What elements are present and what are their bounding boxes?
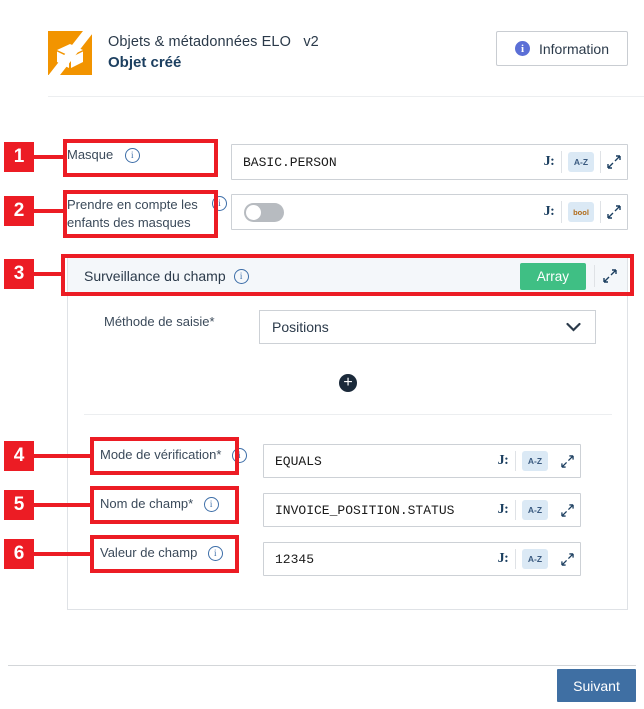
select-methode-saisie-value: Positions xyxy=(272,319,329,335)
toggle-enfants-masques[interactable] xyxy=(244,202,284,222)
header-divider xyxy=(48,96,644,97)
info-icon-mode-verification[interactable]: i xyxy=(231,448,247,463)
divider xyxy=(515,451,516,471)
label-methode-saisie: Méthode de saisie* xyxy=(104,314,215,329)
info-icon-valeur-champ[interactable]: i xyxy=(207,546,223,561)
next-button[interactable]: Suivant xyxy=(557,669,636,702)
input-nom-champ[interactable]: INVOICE_POSITION.STATUS J: A-Z xyxy=(263,493,581,527)
divider xyxy=(515,500,516,520)
information-button[interactable]: i Information xyxy=(496,31,628,66)
label-mode-verification: Mode de vérification* xyxy=(100,447,222,462)
type-badge-nom-champ[interactable]: A-Z xyxy=(522,500,548,520)
field-label-enfants-masques: Prendre en compte les i enfants des masq… xyxy=(67,196,227,236)
info-icon-surveillance-champ[interactable]: i xyxy=(233,268,249,284)
elo-cube-logo-icon xyxy=(48,31,92,75)
input-valeur-champ[interactable]: 12345 J: A-Z xyxy=(263,542,581,576)
input-masque-value[interactable]: BASIC.PERSON xyxy=(232,155,537,170)
divider xyxy=(561,151,562,173)
field-label-masque: Masque i xyxy=(67,146,227,180)
json-icon-valeur-champ[interactable]: J: xyxy=(491,551,515,567)
divider xyxy=(594,264,595,288)
label-surveillance-champ: Surveillance du champ xyxy=(84,268,226,284)
callout-line-2 xyxy=(34,209,67,213)
panel-divider-top xyxy=(84,414,612,415)
callout-line-5 xyxy=(34,503,92,507)
input-mode-verification[interactable]: EQUALS J: A-Z xyxy=(263,444,581,478)
callout-line-1 xyxy=(34,155,67,159)
field-label-methode-saisie: Méthode de saisie* xyxy=(104,313,215,331)
json-icon-masque[interactable]: J: xyxy=(537,154,561,170)
type-badge-enfants-masques[interactable]: bool xyxy=(568,202,594,222)
callout-badge-4: 4 xyxy=(4,441,34,471)
input-mode-verification-value[interactable]: EQUALS xyxy=(264,454,491,469)
expand-icon-mode-verification[interactable] xyxy=(554,454,580,468)
info-icon-masque[interactable]: i xyxy=(124,148,140,163)
field-label-mode-verification: Mode de vérification* i xyxy=(100,446,247,464)
add-entry-button[interactable]: + xyxy=(339,374,357,392)
header-subtitle: Objets & métadonnées ELO v2 xyxy=(108,34,319,51)
json-icon-mode-verification[interactable]: J: xyxy=(491,453,515,469)
label-enfants-masques: Prendre en compte les xyxy=(67,197,198,212)
expand-icon-surveillance-champ[interactable] xyxy=(597,269,623,283)
card-header: Objets & métadonnées ELO v2 Objet créé i… xyxy=(48,22,628,84)
callout-line-3 xyxy=(34,272,63,276)
surveillance-panel-header: Surveillance du champ i Array xyxy=(67,257,628,295)
callout-line-6 xyxy=(34,552,92,556)
callout-badge-6: 6 xyxy=(4,539,34,569)
field-label-nom-champ: Nom de champ* i xyxy=(100,495,219,513)
footer-divider xyxy=(8,665,636,666)
input-enfants-masques[interactable]: J: bool xyxy=(231,194,628,230)
info-icon: i xyxy=(514,41,530,56)
type-badge-mode-verification[interactable]: A-Z xyxy=(522,451,548,471)
expand-icon-masque[interactable] xyxy=(601,155,627,169)
divider xyxy=(515,549,516,569)
callout-badge-2: 2 xyxy=(4,196,34,226)
expand-icon-nom-champ[interactable] xyxy=(554,503,580,517)
label-nom-champ: Nom de champ* xyxy=(100,496,194,511)
type-badge-valeur-champ[interactable]: A-Z xyxy=(522,549,548,569)
input-valeur-champ-value[interactable]: 12345 xyxy=(264,552,491,567)
expand-icon-valeur-champ[interactable] xyxy=(554,552,580,566)
info-icon-enfants-masques[interactable]: i xyxy=(212,196,227,211)
information-button-label: Information xyxy=(538,40,610,57)
page-title: Objet créé xyxy=(108,54,182,72)
select-methode-saisie[interactable]: Positions xyxy=(259,310,596,344)
array-badge[interactable]: Array xyxy=(519,262,586,290)
divider xyxy=(561,201,562,223)
type-badge-masque[interactable]: A-Z xyxy=(568,152,594,172)
field-label-valeur-champ: Valeur de champ i xyxy=(100,544,223,562)
expand-icon-enfants-masques[interactable] xyxy=(601,205,627,219)
label-masque: Masque xyxy=(67,147,114,162)
info-icon-nom-champ[interactable]: i xyxy=(203,497,219,512)
json-icon-enfants-masques[interactable]: J: xyxy=(537,204,561,220)
json-icon-nom-champ[interactable]: J: xyxy=(491,502,515,518)
label-valeur-champ: Valeur de champ xyxy=(100,545,198,560)
input-masque[interactable]: BASIC.PERSON J: A-Z xyxy=(231,144,628,180)
callout-badge-1: 1 xyxy=(4,142,34,172)
callout-badge-5: 5 xyxy=(4,490,34,520)
callout-line-4 xyxy=(34,454,92,458)
chevron-down-icon[interactable] xyxy=(566,322,581,332)
label-enfants-masques-line2: enfants des masques xyxy=(67,215,191,230)
callout-badge-3: 3 xyxy=(4,259,34,289)
input-nom-champ-value[interactable]: INVOICE_POSITION.STATUS xyxy=(264,503,491,518)
elo-object-form-card: Objets & métadonnées ELO v2 Objet créé i… xyxy=(0,0,644,709)
